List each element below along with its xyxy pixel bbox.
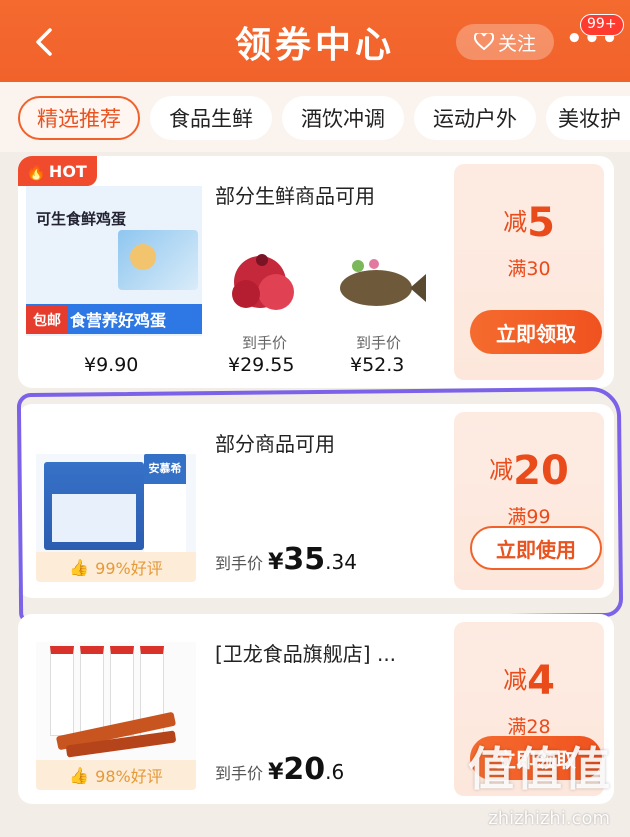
tab-featured[interactable]: 精选推荐 (18, 96, 140, 140)
follow-label: 关注 (497, 32, 536, 55)
product-image-spicy-strips[interactable] (36, 642, 196, 762)
coupon-value-panel: 减5 满30 立即领取 (454, 164, 604, 380)
follow-button[interactable]: 关注 (456, 24, 554, 60)
product-price: ¥52.3 (350, 354, 405, 376)
product-price: ¥9.90 (84, 354, 139, 376)
product-image-pomegranate[interactable] (224, 248, 304, 318)
product-image-yogurt[interactable]: 安慕希 (36, 454, 196, 566)
coupon-scope: 部分生鲜商品可用 (215, 184, 375, 208)
coupon-card: 🔥 HOT 可生食鲜鸡蛋 食营养好鸡蛋 包邮 ¥9.90 部分生鲜商品可用 到手价… (18, 156, 614, 388)
coupon-amount: 减4 (503, 658, 555, 704)
coupon-scope: 部分商品可用 (215, 432, 335, 456)
price-label: 到手价 (242, 334, 288, 352)
final-price: 到手价 ¥35.34 (215, 542, 357, 577)
category-tabs: 精选推荐 食品生鲜 酒饮冲调 运动户外 美妆护 (0, 82, 630, 152)
final-price: 到手价 ¥20.6 (215, 752, 345, 787)
product-image-fish[interactable] (330, 254, 426, 316)
coupon-card: 安慕希 👍 99%好评 部分商品可用 到手价 ¥35.34 减20 满99 立即使… (18, 404, 614, 598)
rating-badge: 👍 98%好评 (36, 760, 196, 790)
tab-outdoor[interactable]: 运动户外 (414, 96, 536, 140)
use-coupon-button[interactable]: 立即使用 (470, 526, 602, 570)
thumbs-up-icon: 👍 (69, 557, 90, 577)
flame-icon: 🔥 (26, 161, 46, 181)
product-price: ¥29.55 (228, 354, 295, 376)
price-label: 到手价 (356, 334, 402, 352)
coupon-scope: [卫龙食品旗舰店] ... (215, 642, 397, 666)
tab-beauty[interactable]: 美妆护 (546, 96, 630, 140)
top-bar: 领券中心 关注 ••• 99+ (0, 0, 630, 82)
watermark: 值值值 (468, 742, 612, 796)
coupon-threshold: 满99 (507, 506, 551, 528)
coupon-value-panel: 减20 满99 立即使用 (454, 412, 604, 590)
hot-badge: 🔥 HOT (18, 156, 97, 186)
watermark-url: zhizhizhi.com (488, 808, 610, 829)
tab-drinks[interactable]: 酒饮冲调 (282, 96, 404, 140)
heart-icon (473, 33, 494, 51)
coupon-threshold: 满30 (507, 258, 551, 280)
message-count-badge: 99+ (580, 14, 624, 36)
rating-badge: 👍 99%好评 (36, 552, 196, 582)
claim-coupon-button[interactable]: 立即领取 (470, 310, 602, 354)
tab-fresh-food[interactable]: 食品生鲜 (150, 96, 272, 140)
thumbs-up-icon: 👍 (69, 765, 90, 785)
coupon-amount: 减20 (489, 448, 569, 494)
coupon-amount: 减5 (503, 200, 555, 246)
product-image-eggs[interactable]: 可生食鲜鸡蛋 食营养好鸡蛋 包邮 (26, 186, 202, 336)
